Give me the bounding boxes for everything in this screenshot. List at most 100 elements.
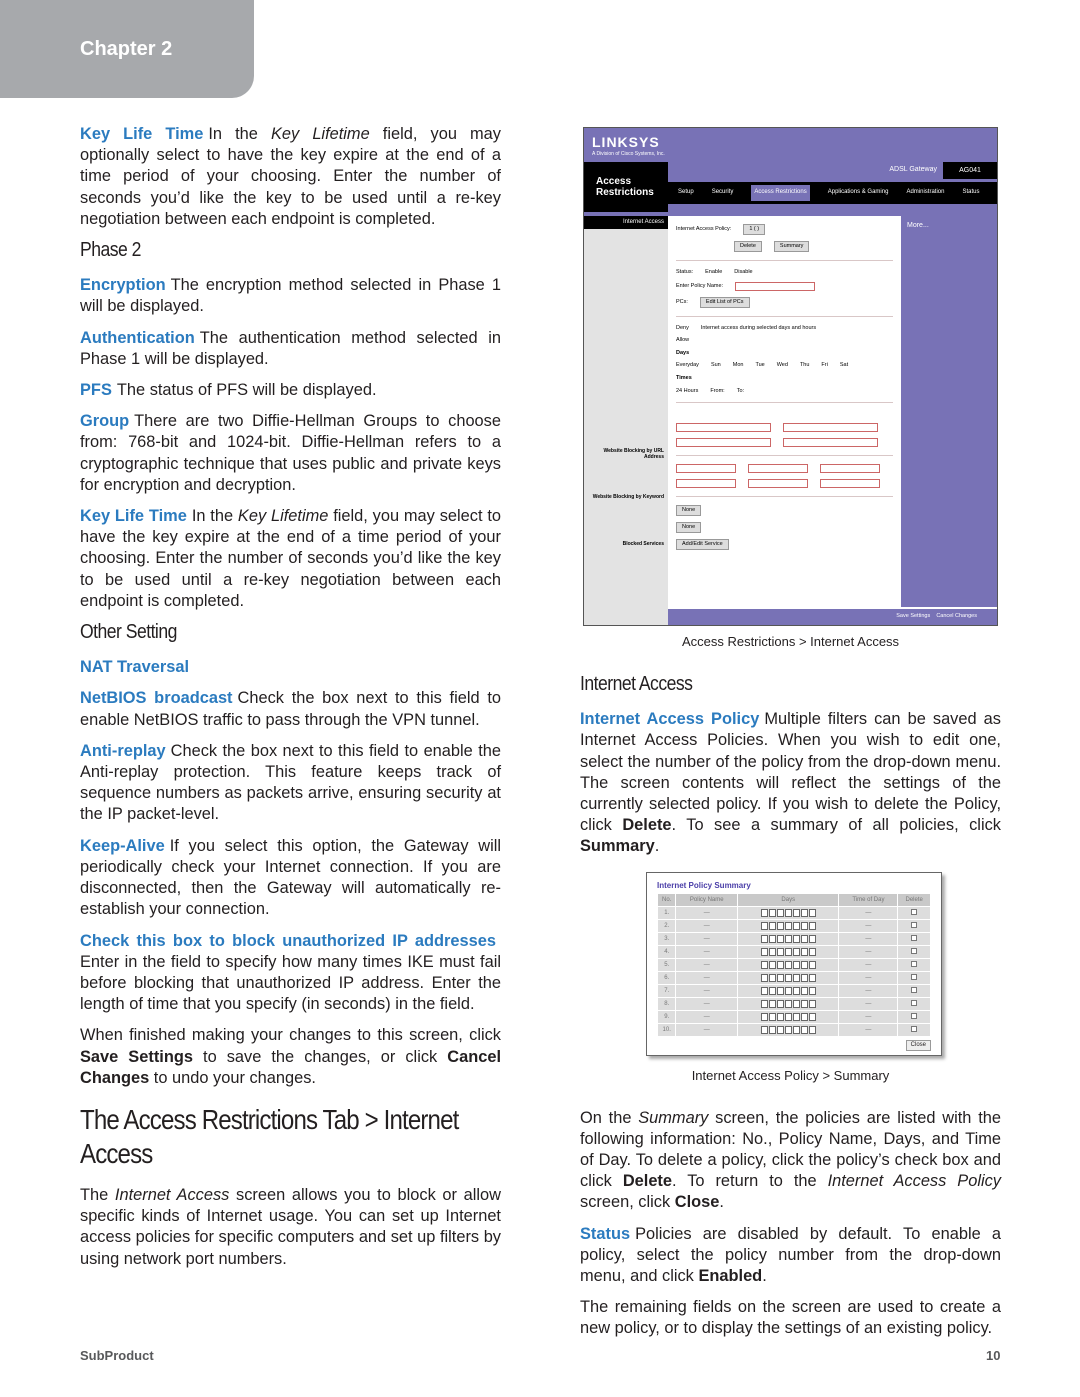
fig-sidebar: Internet Access Website Blocking by URL … bbox=[584, 216, 668, 625]
time-of-day: — bbox=[838, 984, 899, 999]
row-number: 3. bbox=[656, 932, 677, 947]
keyword-input bbox=[676, 464, 736, 474]
day-box bbox=[776, 1025, 784, 1034]
days-cell bbox=[737, 1010, 840, 1025]
day-box bbox=[800, 921, 808, 930]
text: Enter in the field to specify how many t… bbox=[80, 952, 501, 1014]
term-label: Key Life Time bbox=[80, 125, 204, 143]
column-header: Policy Name bbox=[675, 893, 739, 908]
text: In the bbox=[191, 507, 238, 526]
subheading: Phase 2 bbox=[80, 239, 141, 262]
policy-name: — bbox=[675, 1023, 739, 1038]
text: There are two Diffie-Hellman Groups to c… bbox=[80, 412, 501, 494]
everyday-check: Everyday bbox=[676, 362, 699, 369]
day-box bbox=[800, 1025, 808, 1034]
bold-term: Delete bbox=[622, 816, 672, 835]
row-number: 9. bbox=[656, 1010, 677, 1025]
logo-subtitle: A Division of Cisco Systems, Inc. bbox=[592, 151, 665, 157]
days-cell bbox=[737, 1023, 840, 1038]
checkbox-icon bbox=[911, 960, 918, 967]
name-input bbox=[735, 281, 816, 291]
row-number: 6. bbox=[656, 971, 677, 986]
table-row: 8. — — bbox=[656, 997, 931, 1012]
delete-checkbox-cell bbox=[897, 971, 931, 986]
policy-name: — bbox=[675, 984, 739, 999]
table-row: 6. — — bbox=[656, 971, 931, 986]
day-check-sat: Sat bbox=[839, 362, 849, 369]
delete-checkbox-cell bbox=[897, 958, 931, 973]
more-link: More... bbox=[901, 216, 997, 607]
paragraph: Encryption The encryption method selected… bbox=[80, 275, 501, 317]
day-box bbox=[808, 934, 816, 943]
day-box bbox=[760, 947, 768, 956]
table-row: 2. — — bbox=[656, 919, 931, 934]
text: . To return to the bbox=[672, 1172, 828, 1191]
checkbox-icon bbox=[911, 1012, 918, 1019]
model-name: AG041 bbox=[943, 162, 997, 179]
close-btn: Close bbox=[905, 1040, 931, 1052]
days-cell bbox=[737, 906, 840, 921]
subheading: Internet Access bbox=[580, 673, 693, 695]
time-of-day: — bbox=[838, 945, 899, 960]
paragraph: The remaining fields on the screen are u… bbox=[580, 1297, 1001, 1339]
day-box bbox=[768, 1025, 776, 1034]
section-title: Access Restrictions bbox=[584, 162, 668, 212]
checkbox-icon bbox=[911, 947, 918, 954]
day-box bbox=[760, 1012, 768, 1021]
term-label: PFS bbox=[80, 381, 112, 400]
day-box bbox=[792, 908, 800, 917]
row-number: 10. bbox=[656, 1023, 677, 1038]
term-label: Status bbox=[580, 1224, 631, 1243]
paragraph: Authentication The authentication method … bbox=[80, 328, 501, 370]
paragraph: Keep-Alive If you select this option, the… bbox=[80, 836, 501, 921]
text: Internet Access bbox=[114, 1185, 230, 1204]
row-number: 8. bbox=[656, 997, 677, 1012]
text: screen, click bbox=[580, 1193, 675, 1212]
policy-name: — bbox=[675, 997, 739, 1012]
keyword-input bbox=[820, 479, 880, 489]
subheading: Other Setting bbox=[80, 621, 177, 644]
hours24-radio: 24 Hours bbox=[676, 387, 699, 394]
paragraph: NAT Traversal bbox=[80, 657, 501, 678]
day-box bbox=[768, 973, 776, 982]
day-box bbox=[808, 999, 816, 1008]
day-box bbox=[776, 999, 784, 1008]
paragraph: NetBIOS broadcast Check the box next to t… bbox=[80, 688, 501, 730]
term-label: NetBIOS broadcast bbox=[80, 689, 233, 708]
status-label: Status: bbox=[676, 269, 694, 275]
day-box bbox=[760, 921, 768, 930]
deny-radio: Deny bbox=[676, 324, 689, 331]
day-box bbox=[800, 934, 808, 943]
footer-product: SubProduct bbox=[80, 1348, 154, 1363]
summary-btn: Summary bbox=[773, 241, 810, 252]
day-box bbox=[776, 908, 784, 917]
table-row: 4. — — bbox=[656, 945, 931, 960]
day-check-mon: Mon bbox=[732, 362, 744, 369]
day-box bbox=[784, 921, 792, 930]
text: . bbox=[654, 837, 660, 856]
delete-checkbox-cell bbox=[897, 997, 931, 1012]
access-text: Internet access during selected days and… bbox=[700, 324, 817, 331]
delete-checkbox-cell bbox=[897, 984, 931, 999]
day-box bbox=[808, 947, 816, 956]
day-box bbox=[808, 908, 816, 917]
day-box bbox=[768, 908, 776, 917]
keyword-block-label: Website Blocking by Keyword bbox=[592, 494, 664, 500]
text: . To see a summary of all policies, clic… bbox=[671, 816, 1001, 835]
day-box bbox=[760, 908, 768, 917]
right-column: LINKSYS A Division of Cisco Systems, Inc… bbox=[580, 124, 1001, 1350]
term-label: Keep-Alive bbox=[80, 836, 165, 855]
day-check-tue: Tue bbox=[755, 362, 765, 369]
text: Internet Access Policy bbox=[827, 1172, 1001, 1191]
name-label: Enter Policy Name: bbox=[676, 282, 724, 289]
table-row: 7. — — bbox=[656, 984, 931, 999]
days-cell bbox=[737, 945, 840, 960]
day-box bbox=[760, 999, 768, 1008]
delete-btn: Delete bbox=[734, 241, 762, 252]
time-of-day: — bbox=[838, 932, 899, 947]
term-label: Check this box to block unauthorized IP … bbox=[80, 931, 496, 950]
chapter-tab: Chapter 2 bbox=[0, 0, 254, 98]
text: Policies are disabled by default. To ena… bbox=[580, 1224, 1001, 1286]
disable-radio: Disable bbox=[734, 269, 753, 275]
bold-term: Summary bbox=[580, 837, 655, 856]
